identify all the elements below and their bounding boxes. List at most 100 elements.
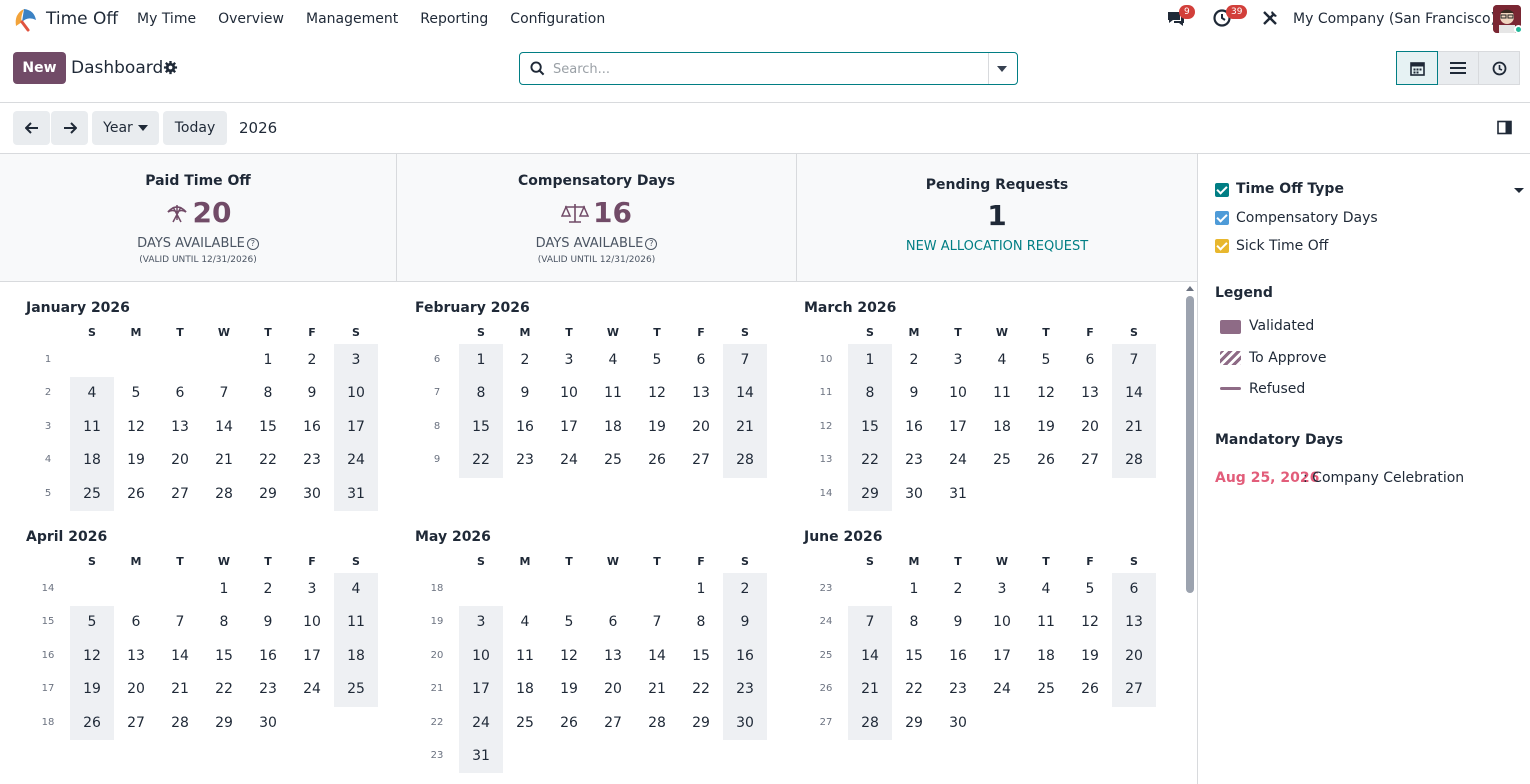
- calendar-day[interactable]: 31: [936, 478, 980, 511]
- next-button[interactable]: [51, 111, 88, 145]
- activity-view-button[interactable]: [1478, 51, 1520, 85]
- calendar-day[interactable]: 19: [1068, 640, 1112, 673]
- activities-button[interactable]: 39: [1212, 5, 1248, 30]
- search-input[interactable]: [553, 59, 973, 79]
- calendar-day[interactable]: 20: [114, 673, 158, 706]
- calendar-day[interactable]: 18: [591, 411, 635, 444]
- calendar-day[interactable]: 29: [679, 707, 723, 740]
- calendar-day[interactable]: 24: [334, 444, 378, 477]
- calendar-day[interactable]: 17: [459, 673, 503, 706]
- paid-time-off-card[interactable]: Paid Time Off 20 DAYS AVAILABLE? (VALID …: [0, 154, 396, 282]
- calendar-day[interactable]: 27: [114, 707, 158, 740]
- calendar-day[interactable]: 6: [591, 606, 635, 639]
- calendar-day[interactable]: 18: [70, 444, 114, 477]
- calendar-day[interactable]: 19: [547, 673, 591, 706]
- calendar-day[interactable]: 9: [290, 377, 334, 410]
- calendar-day[interactable]: 22: [679, 673, 723, 706]
- calendar-day[interactable]: 28: [202, 478, 246, 511]
- calendar-day[interactable]: 3: [936, 344, 980, 377]
- calendar-day[interactable]: 29: [246, 478, 290, 511]
- calendar-day[interactable]: 16: [936, 640, 980, 673]
- calendar-day[interactable]: 5: [1068, 573, 1112, 606]
- calendar-day[interactable]: 21: [723, 411, 767, 444]
- list-view-button[interactable]: [1437, 51, 1479, 85]
- calendar-day[interactable]: 20: [158, 444, 202, 477]
- calendar-day[interactable]: 7: [848, 606, 892, 639]
- calendar-day[interactable]: 12: [70, 640, 114, 673]
- calendar-day[interactable]: 12: [114, 411, 158, 444]
- calendar-day[interactable]: 30: [892, 478, 936, 511]
- calendar-day[interactable]: 31: [334, 478, 378, 511]
- compensatory-days-card[interactable]: Compensatory Days 16 DAYS AVAILABLE? (VA…: [397, 154, 796, 282]
- calendar-day[interactable]: 4: [980, 344, 1024, 377]
- calendar-day[interactable]: 23: [723, 673, 767, 706]
- compensatory-days-filter[interactable]: Compensatory Days: [1236, 210, 1378, 226]
- calendar-day[interactable]: 19: [1024, 411, 1068, 444]
- calendar-day[interactable]: 5: [70, 606, 114, 639]
- calendar-day[interactable]: 22: [246, 444, 290, 477]
- calendar-day[interactable]: 7: [158, 606, 202, 639]
- calendar-day[interactable]: 11: [591, 377, 635, 410]
- calendar-day[interactable]: 1: [892, 573, 936, 606]
- calendar-day[interactable]: 14: [635, 640, 679, 673]
- calendar-day[interactable]: 19: [114, 444, 158, 477]
- messages-button[interactable]: 9: [1166, 5, 1195, 30]
- calendar-day[interactable]: 17: [334, 411, 378, 444]
- debug-tools-button[interactable]: [1261, 9, 1283, 31]
- calendar-day[interactable]: 15: [892, 640, 936, 673]
- calendar-day[interactable]: 9: [936, 606, 980, 639]
- calendar-day[interactable]: 13: [114, 640, 158, 673]
- calendar-day[interactable]: 10: [334, 377, 378, 410]
- calendar-day[interactable]: 3: [980, 573, 1024, 606]
- calendar-day[interactable]: 21: [848, 673, 892, 706]
- calendar-day[interactable]: 2: [290, 344, 334, 377]
- calendar-day[interactable]: 18: [503, 673, 547, 706]
- calendar-day[interactable]: 17: [980, 640, 1024, 673]
- calendar-day[interactable]: 13: [679, 377, 723, 410]
- calendar-day[interactable]: 22: [202, 673, 246, 706]
- calendar-day[interactable]: 11: [980, 377, 1024, 410]
- calendar-day[interactable]: 20: [1112, 640, 1156, 673]
- calendar-day[interactable]: 5: [547, 606, 591, 639]
- calendar-day[interactable]: 9: [246, 606, 290, 639]
- calendar-day[interactable]: 16: [290, 411, 334, 444]
- calendar-day[interactable]: 3: [334, 344, 378, 377]
- calendar-day[interactable]: 2: [936, 573, 980, 606]
- calendar-day[interactable]: 7: [635, 606, 679, 639]
- calendar-day[interactable]: 12: [1068, 606, 1112, 639]
- calendar-day[interactable]: 24: [980, 673, 1024, 706]
- calendar-day[interactable]: 20: [591, 673, 635, 706]
- calendar-day[interactable]: 23: [892, 444, 936, 477]
- calendar-day[interactable]: 23: [290, 444, 334, 477]
- calendar-day[interactable]: 1: [459, 344, 503, 377]
- compensatory-days-checkbox[interactable]: [1215, 211, 1229, 225]
- calendar-day[interactable]: 18: [334, 640, 378, 673]
- calendar-day[interactable]: 4: [1024, 573, 1068, 606]
- calendar-day[interactable]: 7: [723, 344, 767, 377]
- calendar-day[interactable]: 14: [848, 640, 892, 673]
- calendar-day[interactable]: 6: [158, 377, 202, 410]
- calendar-day[interactable]: 21: [635, 673, 679, 706]
- calendar-day[interactable]: 25: [980, 444, 1024, 477]
- calendar-day[interactable]: 30: [723, 707, 767, 740]
- calendar-day[interactable]: 23: [936, 673, 980, 706]
- calendar-day[interactable]: 14: [1112, 377, 1156, 410]
- calendar-day[interactable]: 26: [1068, 673, 1112, 706]
- calendar-day[interactable]: 13: [158, 411, 202, 444]
- calendar-day[interactable]: 8: [246, 377, 290, 410]
- search-options-toggle[interactable]: [997, 66, 1007, 72]
- calendar-day[interactable]: 26: [635, 444, 679, 477]
- calendar-day[interactable]: 14: [202, 411, 246, 444]
- calendar-day[interactable]: 6: [114, 606, 158, 639]
- calendar-day[interactable]: 10: [290, 606, 334, 639]
- calendar-day[interactable]: 27: [1068, 444, 1112, 477]
- menu-overview[interactable]: Overview: [218, 11, 284, 27]
- help-icon[interactable]: ?: [645, 238, 658, 250]
- calendar-day[interactable]: 31: [459, 740, 503, 773]
- scale-dropdown[interactable]: Year: [92, 111, 159, 145]
- calendar-day[interactable]: 20: [679, 411, 723, 444]
- calendar-day[interactable]: 27: [158, 478, 202, 511]
- calendar-day[interactable]: 13: [591, 640, 635, 673]
- app-name[interactable]: Time Off: [46, 9, 118, 29]
- calendar-day[interactable]: 2: [246, 573, 290, 606]
